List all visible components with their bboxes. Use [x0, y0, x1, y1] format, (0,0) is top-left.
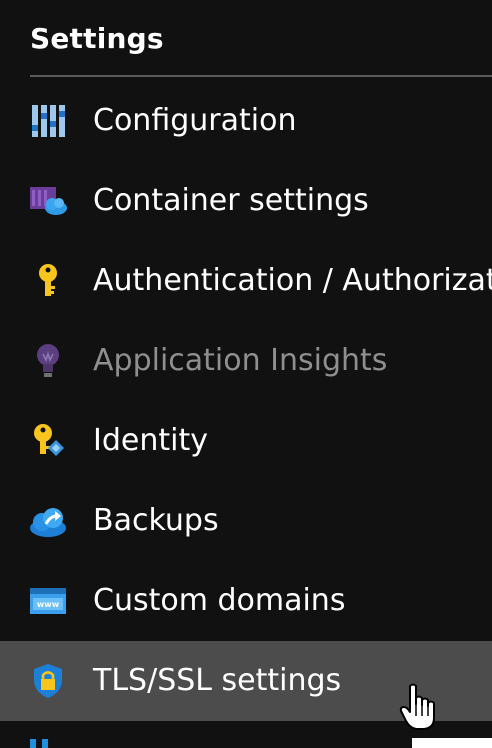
menu-item-application-insights[interactable]: Application Insights: [0, 321, 492, 401]
menu-item-container-settings[interactable]: Container settings: [0, 161, 492, 241]
menu-item-label: TLS/SSL settings: [93, 663, 342, 698]
identity-key-icon: [28, 421, 68, 461]
svg-text:www: www: [37, 600, 60, 609]
menu-item-backups[interactable]: Backups: [0, 481, 492, 561]
lightbulb-icon: [28, 341, 68, 381]
menu-item-configuration[interactable]: Configuration: [0, 81, 492, 161]
menu-item-label: Identity: [93, 423, 208, 458]
menu-item-custom-domains[interactable]: www Custom domains: [0, 561, 492, 641]
settings-section-title: Settings: [30, 22, 164, 55]
menu-item-authentication[interactable]: Authentication / Authorization: [0, 241, 492, 321]
hand-cursor-icon: [399, 683, 435, 730]
section-divider: [30, 75, 492, 77]
menu-item-label: Backups: [93, 503, 219, 538]
menu-item-identity[interactable]: Identity: [0, 401, 492, 481]
tooltip-edge: [412, 738, 492, 748]
configuration-icon: [28, 101, 68, 141]
shield-lock-icon: [28, 661, 68, 701]
menu-item-label: Custom domains: [93, 583, 346, 618]
www-icon: www: [28, 581, 68, 621]
container-cloud-icon: [28, 181, 68, 221]
backup-cloud-icon: [28, 501, 68, 541]
menu-item-label: Configuration: [93, 103, 297, 138]
menu-item-label: Container settings: [93, 183, 369, 218]
key-icon: [28, 261, 68, 301]
partial-item-icon: [30, 739, 64, 748]
menu-item-label: Application Insights: [93, 343, 388, 378]
settings-menu: Configuration Container settings Authent…: [0, 81, 492, 721]
menu-item-label: Authentication / Authorization: [93, 263, 492, 298]
